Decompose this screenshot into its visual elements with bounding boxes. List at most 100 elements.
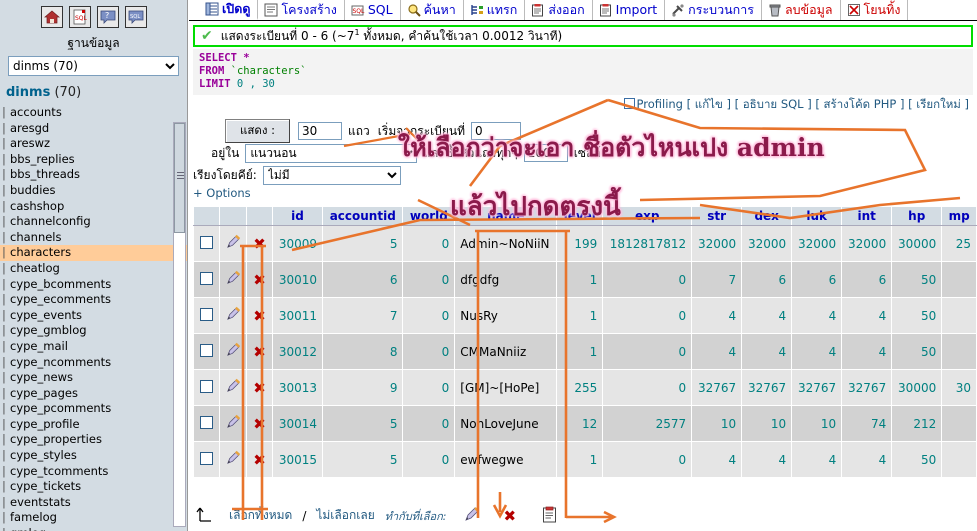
sort-by-key-select[interactable]: ไม่มี — [262, 165, 401, 185]
sidebar-table-cype_properties[interactable]: cype_properties — [0, 432, 187, 448]
row-checkbox-cell[interactable] — [193, 405, 220, 442]
select-none-link[interactable]: ไม่เลือกเลย — [316, 506, 374, 525]
tab-แทรก[interactable]: แทรก — [464, 0, 526, 20]
edit-query-link[interactable]: [ แก้ไข ] — [687, 97, 731, 111]
sidebar-table-areswz[interactable]: areswz — [0, 136, 187, 152]
table-row[interactable]: ✖ 30012 8 0 CMMaNniiz 1 0 4 4 4 4 50 — [193, 333, 977, 370]
sidebar-table-gmlog[interactable]: gmlog — [0, 526, 187, 531]
column-header-str[interactable]: str — [691, 206, 743, 226]
column-header-hp[interactable]: hp — [891, 206, 943, 226]
row-checkbox-cell[interactable] — [193, 297, 220, 334]
row-delete-icon[interactable]: ✖ — [253, 235, 266, 253]
row-delete-icon[interactable]: ✖ — [253, 451, 266, 469]
row-checkbox[interactable] — [200, 343, 213, 357]
row-checkbox-cell[interactable] — [193, 369, 220, 406]
column-header-luk[interactable]: luk — [791, 206, 843, 226]
tab-SQL[interactable]: SQL SQL — [345, 0, 401, 20]
sidebar-table-cype_events[interactable]: cype_events — [0, 308, 187, 324]
row-delete-icon[interactable]: ✖ — [253, 379, 266, 397]
row-checkbox[interactable] — [200, 415, 213, 429]
row-edit-cell[interactable] — [219, 369, 247, 406]
sidebar-table-famelog[interactable]: famelog — [0, 510, 187, 526]
row-delete-icon[interactable]: ✖ — [253, 415, 266, 433]
column-header-id[interactable]: id — [271, 206, 324, 226]
sql-comment-icon[interactable]: SQL — [124, 6, 147, 28]
row-delete-cell[interactable]: ✖ — [246, 333, 273, 370]
sidebar-scrollbar[interactable] — [173, 122, 186, 527]
row-checkbox[interactable] — [200, 379, 213, 393]
tab-Import[interactable]: Import — [593, 0, 666, 20]
sidebar-table-characters[interactable]: characters — [0, 245, 187, 261]
column-header-dex[interactable]: dex — [741, 206, 793, 226]
sidebar-table-cype_news[interactable]: cype_news — [0, 370, 187, 386]
row-delete-cell[interactable]: ✖ — [246, 405, 273, 442]
create-php-code-link[interactable]: [ สร้างโค้ด PHP ] — [815, 97, 904, 111]
sidebar-table-bbs_threads[interactable]: bbs_threads — [0, 167, 187, 183]
row-delete-cell[interactable]: ✖ — [246, 297, 273, 334]
table-row[interactable]: ✖ 30014 5 0 NonLoveJune 12 2577 10 10 10 74 212 — [193, 405, 977, 442]
sidebar-table-cype_pages[interactable]: cype_pages — [0, 386, 187, 402]
row-checkbox[interactable] — [200, 271, 213, 285]
sidebar-table-cype_ecomments[interactable]: cype_ecomments — [0, 292, 187, 308]
sql-doc-icon[interactable]: SQL — [68, 6, 91, 28]
row-edit-icon[interactable] — [225, 342, 241, 361]
sidebar-table-cype_gmblog[interactable]: cype_gmblog — [0, 323, 187, 339]
column-header-world[interactable]: world — [402, 206, 456, 226]
row-edit-icon[interactable] — [225, 234, 241, 253]
sidebar-table-aresgd[interactable]: aresgd — [0, 121, 187, 137]
row-delete-cell[interactable]: ✖ — [246, 261, 273, 298]
row-edit-icon[interactable] — [225, 450, 241, 469]
tab-ส่งออก[interactable]: ส่งออก — [525, 0, 593, 20]
tab-กระบวนการ[interactable]: กระบวนการ — [665, 0, 762, 20]
row-checkbox[interactable] — [200, 235, 213, 249]
column-header-mp[interactable]: mp — [941, 206, 977, 226]
row-checkbox-cell[interactable] — [193, 261, 220, 298]
database-select[interactable]: dinms (70) — [8, 56, 179, 76]
row-edit-icon[interactable] — [225, 378, 241, 397]
home-icon[interactable] — [40, 6, 63, 28]
sidebar-table-cype_ncomments[interactable]: cype_ncomments — [0, 355, 187, 371]
sidebar-table-cype_tickets[interactable]: cype_tickets — [0, 479, 187, 495]
select-all-link[interactable]: เลือกทั้งหมด — [229, 506, 292, 525]
show-button[interactable]: แสดง : — [225, 119, 291, 143]
table-row[interactable]: ✖ 30011 7 0 NusRy 1 0 4 4 4 4 50 — [193, 297, 977, 334]
profiling-checkbox[interactable] — [623, 98, 635, 109]
tab-ค้นหา[interactable]: ค้นหา — [401, 0, 464, 20]
column-header-int[interactable]: int — [841, 206, 893, 226]
row-edit-cell[interactable] — [219, 441, 247, 478]
row-delete-cell[interactable]: ✖ — [246, 441, 273, 478]
row-edit-cell[interactable] — [219, 297, 247, 334]
table-row[interactable]: ✖ 30010 6 0 dfgdfg 1 0 7 6 6 6 50 — [193, 261, 977, 298]
rows-input[interactable] — [298, 122, 343, 140]
sidebar-table-cype_bcomments[interactable]: cype_bcomments — [0, 277, 187, 293]
row-edit-icon[interactable] — [225, 306, 241, 325]
sidebar-table-accounts[interactable]: accounts — [0, 105, 187, 121]
sidebar-table-channels[interactable]: channels — [0, 230, 187, 246]
sidebar-table-cype_mail[interactable]: cype_mail — [0, 339, 187, 355]
pencil-icon[interactable] — [463, 506, 480, 526]
row-checkbox[interactable] — [200, 451, 213, 465]
export-icon[interactable] — [542, 506, 558, 526]
sidebar-scrollbar-thumb[interactable] — [174, 123, 185, 233]
sidebar-table-cype_tcomments[interactable]: cype_tcomments — [0, 464, 187, 480]
direction-select[interactable]: แนวนอน — [245, 143, 418, 163]
tab-โยนทิ้ง[interactable]: โยนทิ้ง — [841, 0, 909, 20]
row-edit-cell[interactable] — [219, 333, 247, 370]
refresh-query-link[interactable]: [ เรียกใหม่ ] — [908, 97, 969, 111]
row-edit-cell[interactable] — [219, 405, 247, 442]
column-header-accountid[interactable]: accountid — [322, 206, 404, 226]
delete-x-icon[interactable]: ✖ — [504, 507, 517, 525]
row-edit-cell[interactable] — [219, 225, 247, 262]
explain-sql-link[interactable]: [ อธิบาย SQL ] — [735, 97, 812, 111]
sidebar-table-cype_pcomments[interactable]: cype_pcomments — [0, 401, 187, 417]
row-delete-icon[interactable]: ✖ — [253, 307, 266, 325]
tab-ลบข้อมูล[interactable]: ลบข้อมูล — [762, 0, 841, 20]
sidebar-table-cype_profile[interactable]: cype_profile — [0, 417, 187, 433]
table-row[interactable]: ✖ 30015 5 0 ewfwegwe 1 0 4 4 4 4 50 — [193, 441, 977, 478]
tab-โครงสร้าง[interactable]: โครงสร้าง — [258, 0, 345, 20]
row-edit-cell[interactable] — [219, 261, 247, 298]
sidebar-table-cype_styles[interactable]: cype_styles — [0, 448, 187, 464]
sidebar-table-buddies[interactable]: buddies — [0, 183, 187, 199]
row-checkbox-cell[interactable] — [193, 225, 220, 262]
tab-เปิดดู[interactable]: เปิดดู — [199, 0, 259, 20]
